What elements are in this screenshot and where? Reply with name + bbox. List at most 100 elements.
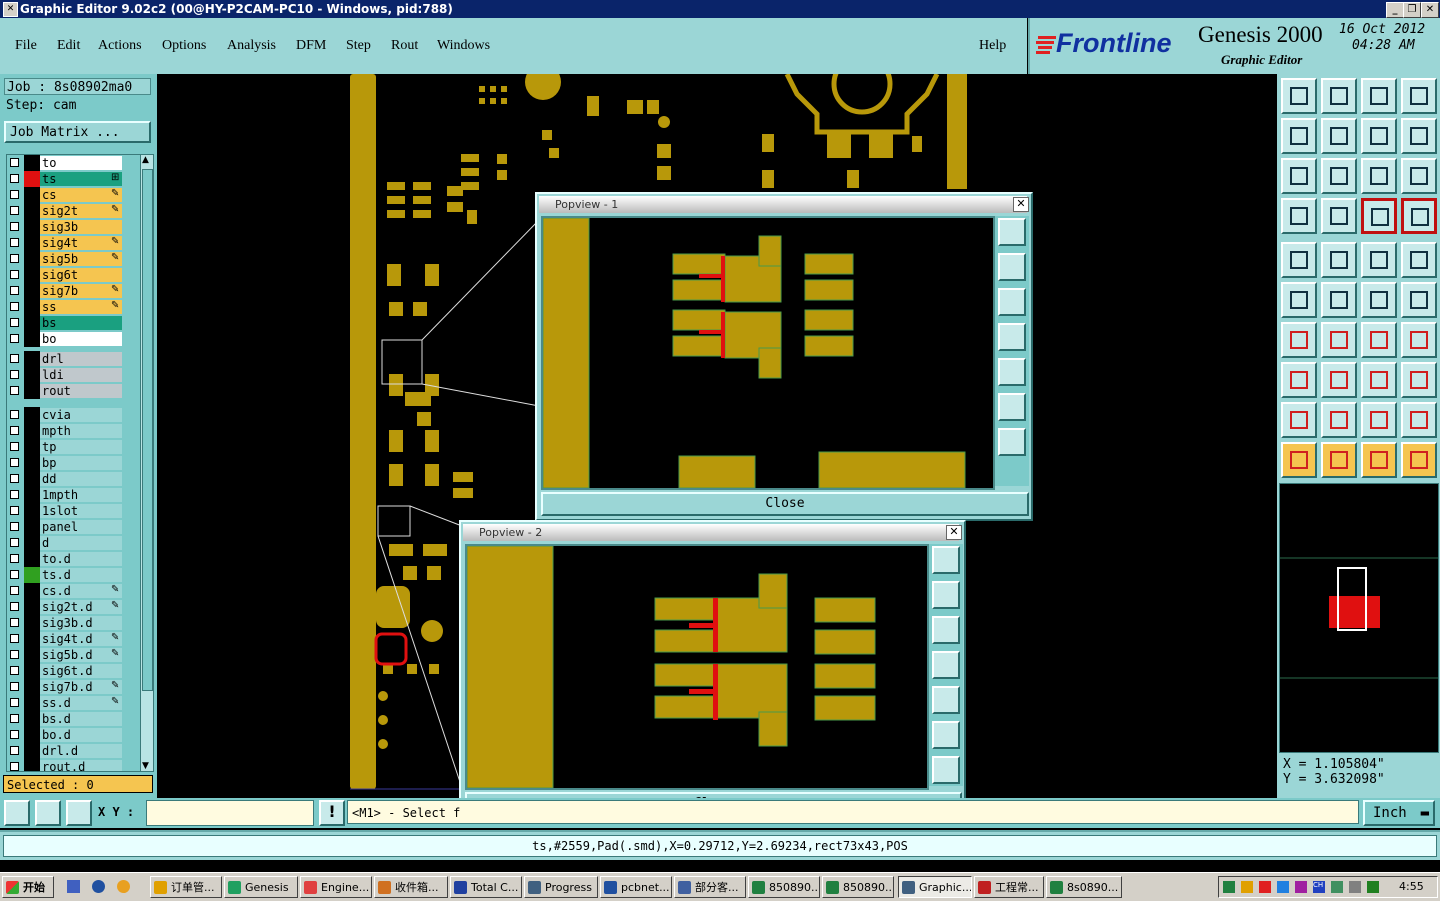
layer-row-sig2t-d[interactable]: sig2t.d ✎ [7,599,140,615]
tray-icon[interactable] [1241,881,1253,893]
menu-step[interactable]: Step [346,38,371,54]
layer-checkbox[interactable] [10,634,19,643]
layer-name[interactable]: sig5b [40,252,122,266]
layer-color-swatch[interactable] [24,743,40,759]
layer-name[interactable]: ts.d [40,568,122,582]
pad-add-icon[interactable] [1281,242,1317,278]
layer-name[interactable]: sig2t.d [40,600,122,614]
layer-row-ss[interactable]: ss ✎ [7,299,140,315]
layer-color-swatch[interactable] [24,219,40,235]
layer-checkbox[interactable] [10,666,19,675]
layer-checkbox[interactable] [10,334,19,343]
tray-icon[interactable] [1277,881,1289,893]
layer-row-sig5b[interactable]: sig5b ✎ [7,251,140,267]
popview-1-close-icon[interactable]: ✕ [1013,197,1029,212]
taskbar-item[interactable]: pcbnet... [600,876,672,898]
layer-color-swatch[interactable] [24,171,40,187]
taskbar-item[interactable]: 订单管... [150,876,222,898]
layer-row-ldi[interactable]: ldi [7,367,140,383]
taskbar-item[interactable]: Genesis [224,876,298,898]
shapes-icon[interactable] [1401,362,1437,398]
layer-color-swatch[interactable] [24,331,40,347]
tray-icon[interactable] [1295,881,1307,893]
layer-checkbox[interactable] [10,190,19,199]
zoom-home-icon[interactable] [1321,78,1357,114]
pointer-icon[interactable] [1281,442,1317,478]
layer-name[interactable]: sig7b.d [40,680,122,694]
layer-row-sig6t[interactable]: sig6t [7,267,140,283]
menu-edit[interactable]: Edit [57,38,80,54]
menu-rout[interactable]: Rout [391,38,418,54]
layer-color-swatch[interactable] [24,663,40,679]
layer-checkbox[interactable] [10,570,19,579]
measure-icon[interactable] [1361,362,1397,398]
cross-icon[interactable] [1321,282,1357,318]
layer-checkbox[interactable] [10,286,19,295]
mini-map[interactable] [1279,483,1439,753]
layer-name[interactable]: rout.d [40,760,122,771]
popview-zoom-in-icon[interactable] [932,721,960,749]
layer-color-swatch[interactable] [24,383,40,399]
menu-analysis[interactable]: Analysis [227,38,276,54]
menu-windows[interactable]: Windows [437,38,490,54]
layer-row-cvia[interactable]: cvia [7,407,140,423]
scale-1-2-icon[interactable] [1361,158,1397,194]
snap-icon[interactable] [1401,118,1437,154]
layer-row-panel[interactable]: panel [7,519,140,535]
layer-row-ss-d[interactable]: ss.d ✎ [7,695,140,711]
layer-color-swatch[interactable] [24,583,40,599]
ruler-icon[interactable] [1361,242,1397,278]
layer-color-swatch[interactable] [24,615,40,631]
net-compare-icon[interactable] [1401,198,1437,234]
taskbar-item[interactable]: Total C... [450,876,522,898]
layer-color-swatch[interactable] [24,759,40,771]
scroll-thumb[interactable] [142,169,153,691]
close-button[interactable]: ✕ [1421,2,1439,18]
layer-name[interactable]: mpth [40,424,122,438]
layer-checkbox[interactable] [10,602,19,611]
layer-name[interactable]: cvia [40,408,122,422]
start-button[interactable]: 开始 [2,876,54,898]
layer-checkbox[interactable] [10,354,19,363]
menu-file[interactable]: File [15,38,37,54]
triangle-icon[interactable] [1281,402,1317,438]
layer-color-swatch[interactable] [24,455,40,471]
layer-name[interactable]: sig7b [40,284,122,298]
layer-checkbox[interactable] [10,174,19,183]
arc-icon[interactable] [1361,322,1397,358]
layer-color-swatch[interactable] [24,535,40,551]
slash-icon[interactable] [1321,322,1357,358]
layer-color-swatch[interactable] [24,519,40,535]
layer-checkbox[interactable] [10,698,19,707]
layer-checkbox[interactable] [10,270,19,279]
layer-name[interactable]: bs [40,316,122,330]
layer-color-swatch[interactable] [24,407,40,423]
layer-name[interactable]: drl.d [40,744,122,758]
layer-name[interactable]: panel [40,520,122,534]
layer-checkbox[interactable] [10,222,19,231]
popview-pan-up-icon[interactable] [932,581,960,609]
layer-row-to-d[interactable]: to.d [7,551,140,567]
layer-color-swatch[interactable] [24,711,40,727]
layer-checkbox[interactable] [10,410,19,419]
layer-row-drl[interactable]: drl [7,351,140,367]
layer-name[interactable]: cs.d [40,584,122,598]
layer-row-to[interactable]: to [7,155,140,171]
layer-color-swatch[interactable] [24,267,40,283]
layer-color-swatch[interactable] [24,487,40,503]
layer-checkbox[interactable] [10,302,19,311]
layer-row-sig7b-d[interactable]: sig7b.d ✎ [7,679,140,695]
grid-icon[interactable] [1321,198,1357,234]
layer-name[interactable]: sig2t [40,204,122,218]
layer-name[interactable]: sig6t [40,268,122,282]
layer-checkbox[interactable] [10,506,19,515]
layer-row-cs-d[interactable]: cs.d ✎ [7,583,140,599]
layer-checkbox[interactable] [10,554,19,563]
scroll-up-icon[interactable]: ▲ [142,155,149,165]
mirror-icon[interactable] [1361,118,1397,154]
popview-pan-right-icon[interactable] [932,686,960,714]
layer-row-sig4t-d[interactable]: sig4t.d ✎ [7,631,140,647]
layer-name[interactable]: sig6t.d [40,664,122,678]
layer-checkbox[interactable] [10,586,19,595]
layer-row-rout[interactable]: rout [7,383,140,399]
